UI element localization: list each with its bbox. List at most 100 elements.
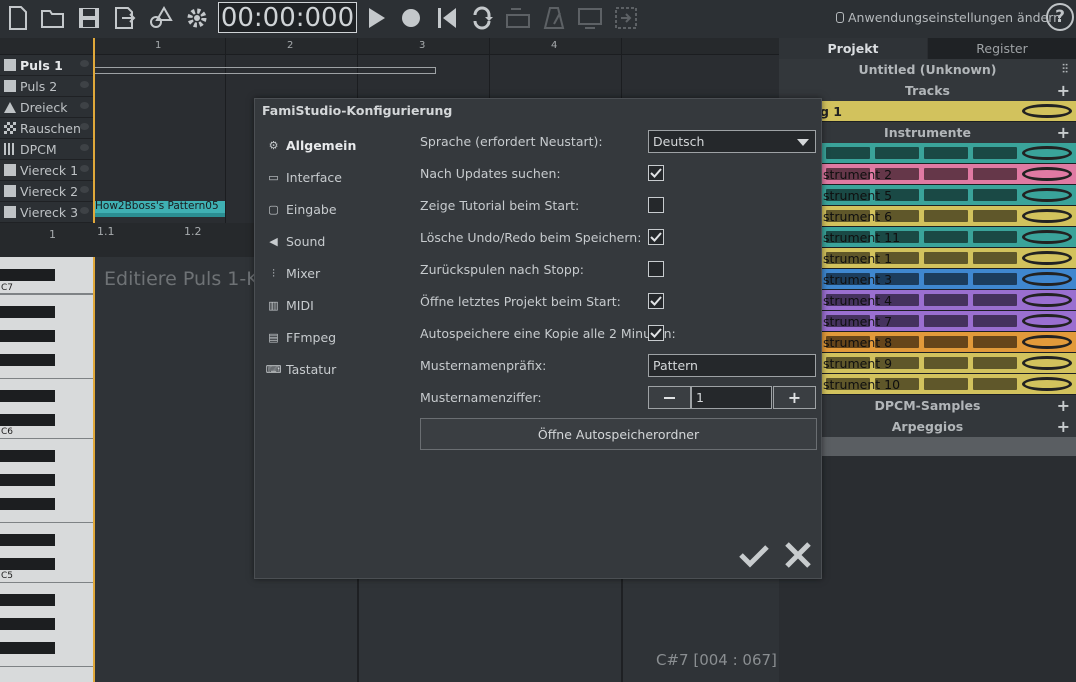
instrument-property-icon[interactable] [924, 210, 968, 222]
gear-icon[interactable] [1022, 272, 1072, 286]
increment-button[interactable]: + [773, 386, 816, 409]
piano-keyboard[interactable]: C7 C6 C5 [0, 257, 93, 682]
pattern-block[interactable]: How2Bboss's Pattern05 [94, 201, 225, 217]
category-ffmpeg[interactable]: ▤ FFmpeg [267, 330, 336, 345]
keyboard-icon[interactable] [503, 3, 533, 33]
add-icon[interactable]: + [1057, 396, 1070, 415]
tab-register[interactable]: Register [928, 38, 1076, 59]
decrement-button[interactable] [648, 386, 691, 409]
instrument-property-icon[interactable] [826, 315, 870, 327]
instrument-property-icon[interactable] [875, 168, 919, 180]
instrument-property-icon[interactable] [826, 273, 870, 285]
instrument-item[interactable]: strument 3 [779, 269, 1076, 290]
eye-icon[interactable] [80, 123, 89, 130]
instrument-property-icon[interactable] [973, 378, 1017, 390]
gear-icon[interactable] [1022, 314, 1072, 328]
black-key[interactable] [0, 618, 55, 630]
instrument-property-icon[interactable] [973, 252, 1017, 264]
check-updates-checkbox[interactable] [648, 165, 664, 181]
ntsc-icon[interactable] [575, 3, 605, 33]
instrument-property-icon[interactable] [924, 273, 968, 285]
instrument-property-icon[interactable] [973, 189, 1017, 201]
instrument-item[interactable]: strument 7 [779, 311, 1076, 332]
category-allgemein[interactable]: ⚙ Allgemein [267, 138, 357, 153]
mixer-icon[interactable]: ⫶⫶ [1062, 62, 1068, 77]
gear-icon[interactable] [1022, 167, 1072, 181]
gear-icon[interactable] [1022, 230, 1072, 244]
save-icon[interactable] [74, 3, 104, 33]
add-icon[interactable]: + [1057, 417, 1070, 436]
instrument-property-icon[interactable] [875, 147, 919, 159]
instrument-property-icon[interactable] [826, 336, 870, 348]
category-eingabe[interactable]: ▢ Eingabe [267, 202, 336, 217]
instrument-item[interactable]: strument 5 [779, 185, 1076, 206]
instrument-property-icon[interactable] [924, 378, 968, 390]
eye-icon[interactable] [80, 81, 89, 88]
record-icon[interactable] [396, 3, 426, 33]
tab-projekt[interactable]: Projekt [779, 38, 927, 59]
instrument-property-icon[interactable] [875, 294, 919, 306]
black-key[interactable] [0, 450, 55, 462]
export-icon[interactable] [110, 3, 140, 33]
instrument-property-icon[interactable] [924, 315, 968, 327]
instrument-property-icon[interactable] [924, 357, 968, 369]
gear-icon[interactable] [1022, 209, 1072, 223]
instrument-property-icon[interactable] [875, 357, 919, 369]
eye-icon[interactable] [80, 207, 89, 214]
black-key[interactable] [0, 558, 55, 570]
eye-icon[interactable] [80, 144, 89, 151]
black-key[interactable] [0, 474, 55, 486]
instrument-item[interactable] [779, 143, 1076, 164]
instrument-property-icon[interactable] [924, 189, 968, 201]
play-icon[interactable] [361, 3, 391, 33]
eye-icon[interactable] [80, 60, 89, 67]
instrument-property-icon[interactable] [875, 315, 919, 327]
black-key[interactable] [0, 330, 55, 342]
rewind-checkbox[interactable] [648, 261, 664, 277]
instrument-property-icon[interactable] [924, 336, 968, 348]
black-key[interactable] [0, 414, 55, 426]
clear-undo-checkbox[interactable] [648, 229, 664, 245]
track-viereck-1[interactable]: Viereck 1 [0, 160, 93, 181]
open-autosave-folder-button[interactable]: Öffne Autospeicherordner [420, 418, 817, 450]
cancel-button[interactable] [782, 539, 814, 571]
instrument-property-icon[interactable] [875, 273, 919, 285]
gear-icon[interactable] [1022, 293, 1072, 307]
gear-icon[interactable] [1022, 188, 1072, 202]
pattern-digits-input[interactable]: 1 [691, 386, 772, 409]
track-viereck-3[interactable]: Viereck 3 [0, 202, 93, 223]
gear-icon[interactable] [182, 3, 212, 33]
metronome-icon[interactable] [539, 3, 569, 33]
category-mixer[interactable]: ⫶ Mixer [267, 266, 320, 281]
instrument-property-icon[interactable] [875, 336, 919, 348]
song-item[interactable]: g 1 [779, 101, 1076, 122]
instrument-property-icon[interactable] [924, 168, 968, 180]
category-interface[interactable]: ▭ Interface [267, 170, 342, 185]
instrument-property-icon[interactable] [973, 336, 1017, 348]
fullscreen-icon[interactable] [611, 3, 641, 33]
instrument-property-icon[interactable] [973, 231, 1017, 243]
track-puls-1[interactable]: Puls 1 [0, 55, 93, 76]
gear-icon[interactable] [1022, 377, 1072, 391]
category-tastatur[interactable]: ⌨ Tastatur [266, 362, 337, 377]
instrument-property-icon[interactable] [875, 210, 919, 222]
instrument-property-icon[interactable] [973, 273, 1017, 285]
gear-icon[interactable] [1022, 356, 1072, 370]
help-button[interactable]: ? [1046, 3, 1074, 31]
instrument-property-icon[interactable] [875, 378, 919, 390]
show-tutorial-checkbox[interactable] [648, 197, 664, 213]
instrument-property-icon[interactable] [924, 252, 968, 264]
gear-icon[interactable] [1022, 146, 1072, 160]
instrument-property-icon[interactable] [973, 168, 1017, 180]
black-key[interactable] [0, 498, 55, 510]
instrument-item[interactable]: strument 1 [779, 248, 1076, 269]
instrument-property-icon[interactable] [826, 189, 870, 201]
instrument-property-icon[interactable] [826, 252, 870, 264]
eye-icon[interactable] [80, 186, 89, 193]
black-key[interactable] [0, 594, 55, 606]
new-file-icon[interactable] [3, 3, 33, 33]
black-key[interactable] [0, 354, 55, 366]
instrument-item[interactable]: strument 2 [779, 164, 1076, 185]
arpeggio-item[interactable] [779, 437, 1076, 456]
language-select[interactable]: Deutsch [648, 130, 816, 153]
